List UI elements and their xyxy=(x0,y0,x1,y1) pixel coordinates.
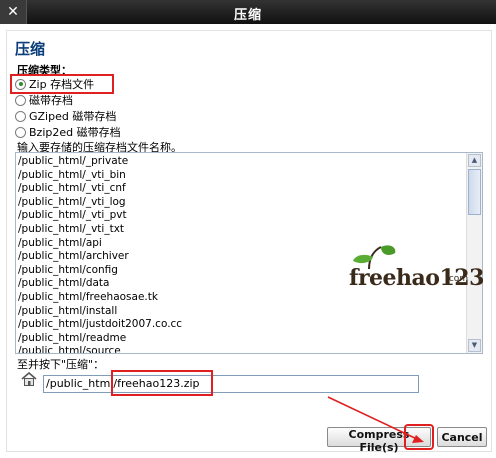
list-item[interactable]: /public_html/install xyxy=(18,305,182,319)
list-item[interactable]: /public_html/_private xyxy=(18,155,182,169)
freehao123-watermark: freehao123 .com xyxy=(339,241,484,301)
option-gzip-label: GZiped 磁带存档 xyxy=(29,110,117,123)
gzip-radio[interactable] xyxy=(15,110,26,122)
scroll-up-icon[interactable]: ▲ xyxy=(468,154,481,167)
list-item[interactable]: /public_html/_vti_txt xyxy=(18,223,182,237)
list-item[interactable]: /public_html/freehaosae.tk xyxy=(18,291,182,305)
window-title: 压缩 xyxy=(233,8,262,23)
option-bzip2[interactable]: Bzip2ed 磁带存档 xyxy=(15,124,121,140)
cancel-button[interactable]: Cancel xyxy=(437,427,487,447)
list-item[interactable]: /public_html/_vti_log xyxy=(18,196,182,210)
list-item[interactable]: /public_html/_vti_bin xyxy=(18,169,182,183)
list-item[interactable]: /public_html/readme xyxy=(18,332,182,346)
list-item[interactable]: /public_html/api xyxy=(18,237,182,251)
tar-radio[interactable] xyxy=(15,94,26,106)
watermark-domain: .com xyxy=(446,274,469,284)
path-prefix: /public_html/ xyxy=(46,377,118,390)
list-item[interactable]: /public_html/source xyxy=(18,345,182,353)
highlight-box-option xyxy=(10,74,114,94)
scrollbar-thumb[interactable] xyxy=(468,169,481,215)
list-item[interactable]: /public_html/config xyxy=(18,264,182,278)
list-item[interactable]: /public_html/justdoit2007.co.cc xyxy=(18,318,182,332)
dialog-titlebar: ✕ 压缩 xyxy=(0,0,496,24)
option-bzip2-label: Bzip2ed 磁带存档 xyxy=(29,126,121,139)
option-tar-label: 磁带存档 xyxy=(29,94,73,107)
page-title: 压缩 xyxy=(15,40,46,58)
list-item[interactable]: /public_html/_vti_cnf xyxy=(18,182,182,196)
highlight-box-filename xyxy=(111,370,213,396)
scroll-down-icon[interactable]: ▼ xyxy=(468,339,481,352)
bzip2-radio[interactable] xyxy=(15,126,26,138)
option-gzip[interactable]: GZiped 磁带存档 xyxy=(15,108,116,124)
list-item[interactable]: /public_html/archiver xyxy=(18,250,182,264)
archive-path-input[interactable]: /public_html/freehao123.zip xyxy=(43,375,419,393)
compress-panel: 压缩 压缩类型： Zip 存档文件 磁带存档 GZiped 磁带存档 Bzip2… xyxy=(6,30,492,454)
press-label: 至并按下"压缩"： xyxy=(17,358,105,371)
option-tar[interactable]: 磁带存档 xyxy=(15,92,73,108)
home-icon xyxy=(21,372,37,386)
list-item[interactable]: /public_html/_vti_pvt xyxy=(18,209,182,223)
list-item[interactable]: /public_html/data xyxy=(18,277,182,291)
highlight-box-button xyxy=(404,424,434,450)
